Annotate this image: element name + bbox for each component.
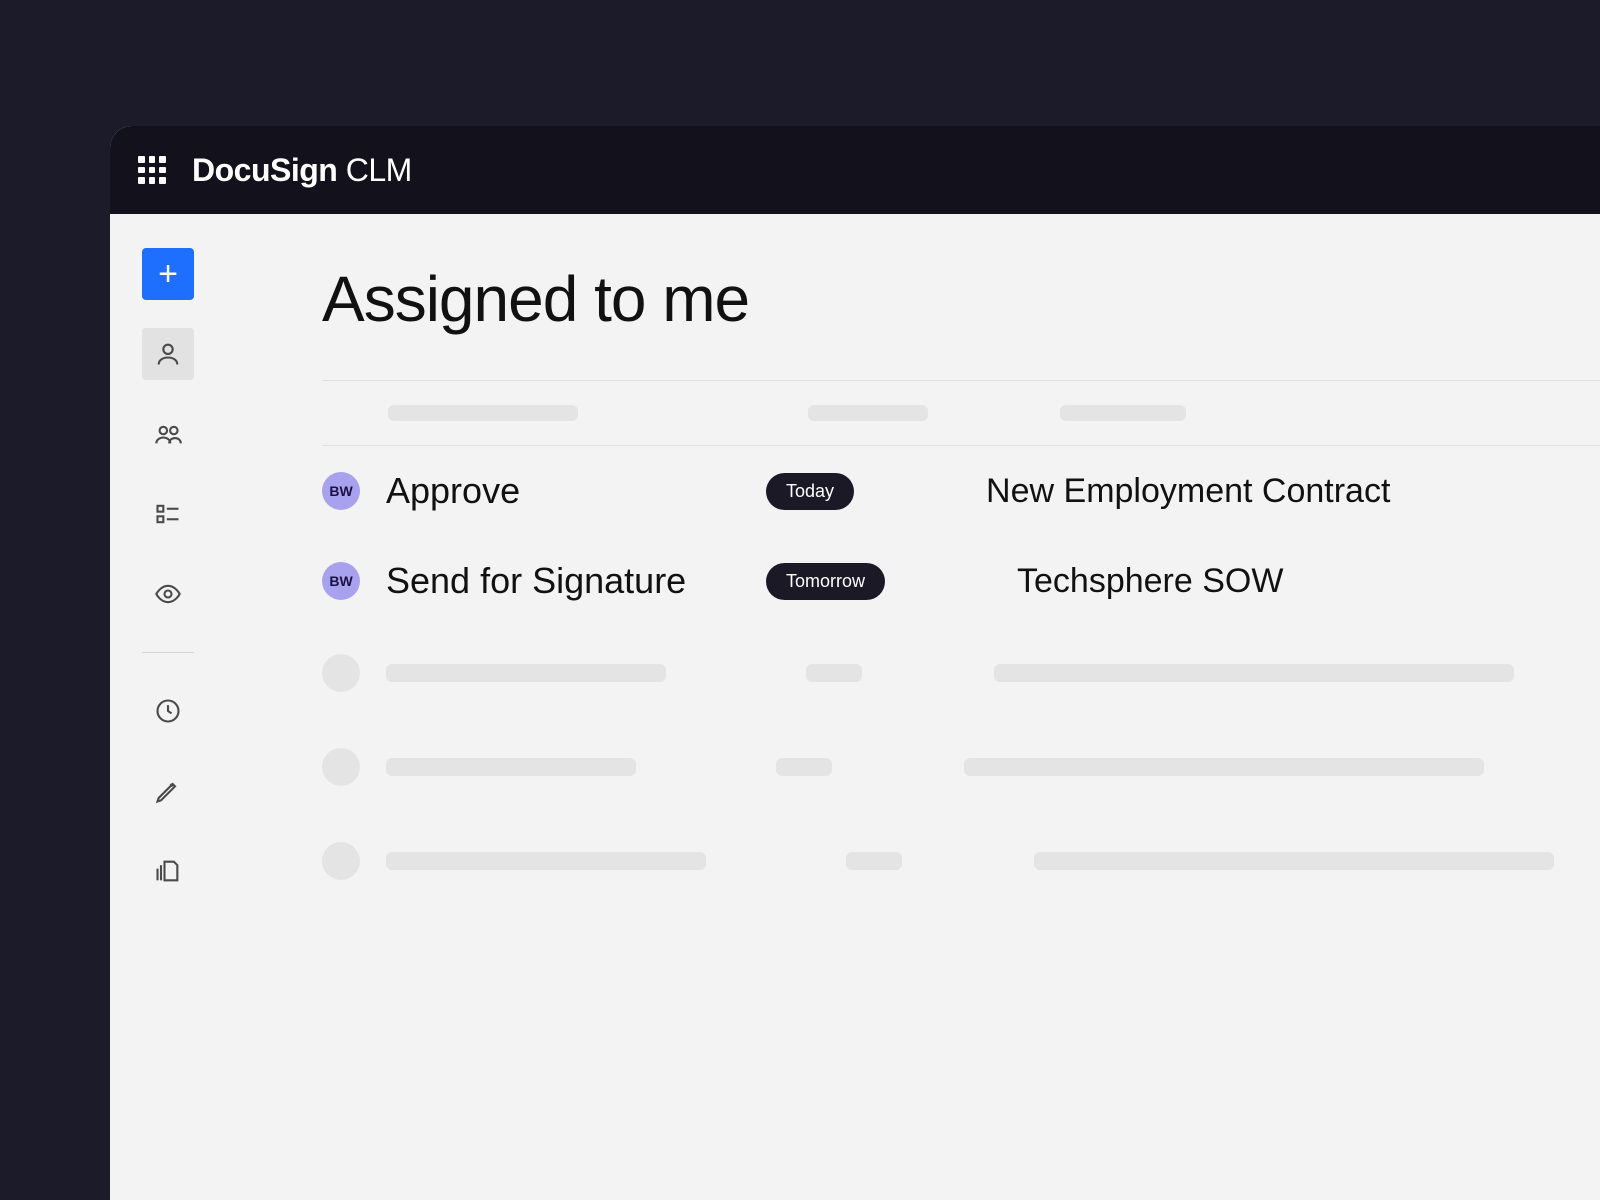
skeleton-placeholder [846, 852, 902, 870]
skeleton-avatar [322, 654, 360, 692]
header-placeholder [388, 405, 578, 421]
task-action: Send for Signature [386, 560, 766, 602]
header-placeholder [1060, 405, 1186, 421]
avatar: BW [322, 562, 360, 600]
table-header-placeholder [322, 380, 1600, 446]
skeleton-placeholder [386, 758, 636, 776]
sidebar-item-team[interactable] [142, 408, 194, 460]
clock-icon [154, 697, 182, 725]
list-icon [154, 500, 182, 528]
brand-light: CLM [337, 152, 411, 188]
task-row[interactable]: BW Approve Today New Employment Contract [322, 446, 1600, 536]
eye-icon [154, 580, 182, 608]
sidebar-item-recent[interactable] [142, 685, 194, 737]
skeleton-placeholder [964, 758, 1484, 776]
topbar: DocuSign CLM [110, 126, 1600, 214]
task-document: New Employment Contract [986, 472, 1390, 511]
task-action: Approve [386, 470, 766, 512]
sidebar-divider [142, 652, 194, 653]
pencil-icon [154, 777, 182, 805]
skeleton-placeholder [1034, 852, 1554, 870]
brand-logo: DocuSign CLM [192, 152, 412, 189]
skeleton-placeholder [994, 664, 1514, 682]
brand-bold: DocuSign [192, 152, 337, 188]
sidebar: + [110, 214, 226, 1200]
skeleton-placeholder [806, 664, 862, 682]
skeleton-row [322, 814, 1600, 908]
skeleton-avatar [322, 842, 360, 880]
header-placeholder [808, 405, 928, 421]
due-badge: Today [766, 473, 854, 510]
skeleton-avatar [322, 748, 360, 786]
sidebar-item-documents[interactable] [142, 845, 194, 897]
task-row[interactable]: BW Send for Signature Tomorrow Techspher… [322, 536, 1600, 626]
avatar: BW [322, 472, 360, 510]
person-icon [154, 340, 182, 368]
main-content: Assigned to me BW Approve Today New Empl… [226, 214, 1600, 1200]
due-badge: Tomorrow [766, 563, 885, 600]
app-window: DocuSign CLM + Assigned to me [110, 126, 1600, 1200]
skeleton-placeholder [776, 758, 832, 776]
task-document: Techsphere SOW [1017, 562, 1283, 601]
documents-icon [154, 857, 182, 885]
people-icon [154, 420, 182, 448]
page-title: Assigned to me [322, 262, 1600, 336]
app-launcher-icon[interactable] [138, 156, 166, 184]
new-button[interactable]: + [142, 248, 194, 300]
skeleton-placeholder [386, 664, 666, 682]
sidebar-item-watching[interactable] [142, 568, 194, 620]
sidebar-item-drafts[interactable] [142, 765, 194, 817]
sidebar-item-assigned-to-me[interactable] [142, 328, 194, 380]
sidebar-item-tasks[interactable] [142, 488, 194, 540]
skeleton-row [322, 626, 1600, 720]
skeleton-placeholder [386, 852, 706, 870]
skeleton-row [322, 720, 1600, 814]
